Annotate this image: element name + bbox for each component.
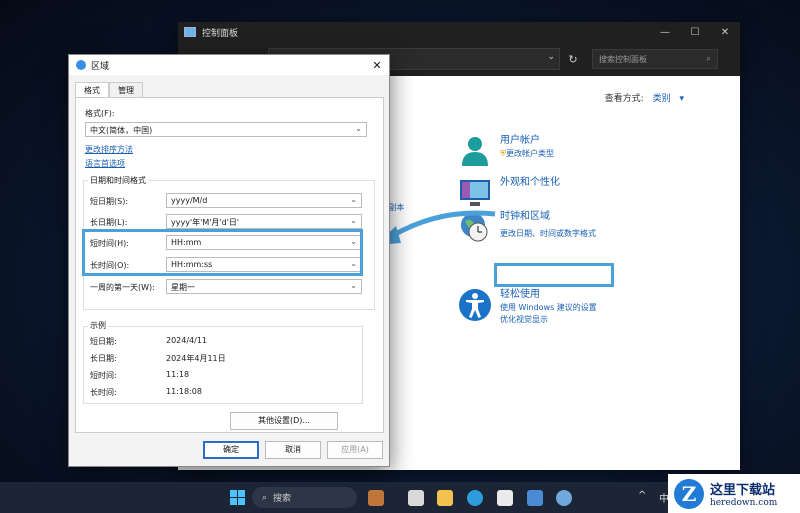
search-input[interactable]: 搜索控制面板 ⌕ bbox=[592, 49, 718, 69]
examples-group bbox=[83, 326, 363, 404]
long-date-label: 长日期(L): bbox=[90, 218, 128, 227]
close-icon[interactable]: ✕ bbox=[710, 27, 740, 38]
dialog-titlebar: 区域 ✕ bbox=[69, 55, 389, 75]
edge-icon[interactable] bbox=[467, 490, 483, 506]
short-date-select[interactable]: yyyy/M/d ⌄ bbox=[166, 193, 362, 208]
cancel-button[interactable]: 取消 bbox=[265, 441, 321, 459]
datetime-group-title: 日期和时间格式 bbox=[88, 175, 148, 186]
taskbar-search[interactable]: ⌕ 搜索 bbox=[252, 487, 357, 508]
watermark-logo-icon: Z bbox=[674, 478, 704, 509]
watermark-cn: 这里下载站 bbox=[710, 483, 776, 498]
short-date-label: 短日期(S): bbox=[90, 197, 129, 206]
cp-title: 控制面板 bbox=[202, 28, 239, 39]
region-dialog: 区域 ✕ 格式 管理 格式(F): 中文(简体，中国) ⌄ 更改排序方法 语言首选… bbox=[68, 54, 390, 467]
category-user-accounts[interactable]: 用户帐户 ⛨更改帐户类型 bbox=[458, 134, 554, 168]
taskbar-search-label: 搜索 bbox=[273, 494, 292, 504]
globe-icon bbox=[76, 60, 86, 70]
view-by-dropdown[interactable]: 类别 bbox=[653, 94, 671, 104]
dialog-title: 区域 bbox=[91, 61, 110, 72]
category-title[interactable]: 外观和个性化 bbox=[500, 176, 560, 190]
minimize-icon[interactable]: — bbox=[650, 27, 680, 38]
apply-button[interactable]: 应用(A) bbox=[327, 441, 383, 459]
example-value: 11:18 bbox=[166, 370, 190, 379]
search-icon: ⌕ bbox=[262, 492, 268, 503]
highlight-box-time bbox=[82, 229, 363, 276]
tab-admin[interactable]: 管理 bbox=[109, 82, 143, 98]
change-date-time-format-link[interactable]: 更改日期、时间或数字格式 bbox=[500, 228, 596, 240]
language-prefs-link[interactable]: 语言首选项 bbox=[85, 158, 125, 169]
maximize-icon[interactable]: ☐ bbox=[680, 27, 710, 38]
example-label: 长日期: bbox=[90, 354, 117, 363]
view-by-label: 查看方式: bbox=[604, 94, 644, 104]
category-title[interactable]: 轻松使用 bbox=[500, 288, 597, 302]
format-select[interactable]: 中文(简体，中国) ⌄ bbox=[85, 122, 367, 137]
task-view-icon[interactable] bbox=[408, 490, 424, 506]
watermark-en: heredown.com bbox=[710, 498, 778, 508]
chevron-down-icon: ⌄ bbox=[355, 124, 362, 133]
refresh-icon[interactable]: ↻ bbox=[560, 53, 586, 66]
user-accounts-icon bbox=[458, 134, 492, 168]
control-panel-taskbar-icon[interactable] bbox=[527, 490, 543, 506]
windows-start-icon[interactable] bbox=[230, 490, 245, 505]
view-by: 查看方式: 类别 ▾ bbox=[605, 91, 684, 104]
example-label: 短日期: bbox=[90, 337, 117, 346]
search-placeholder: 搜索控制面板 bbox=[599, 54, 647, 64]
example-label: 长时间: bbox=[90, 388, 117, 397]
tab-format[interactable]: 格式 bbox=[75, 82, 109, 98]
chevron-up-icon[interactable]: ^ bbox=[638, 490, 646, 501]
highlight-box-link bbox=[494, 263, 614, 287]
category-title[interactable]: 时钟和区域 bbox=[500, 210, 596, 224]
examples-title: 示例 bbox=[88, 320, 108, 331]
other-settings-button[interactable]: 其他设置(D)... bbox=[230, 412, 338, 430]
widget-icon[interactable] bbox=[368, 490, 384, 506]
chevron-down-icon[interactable]: ⌄ bbox=[547, 52, 555, 62]
format-label: 格式(F): bbox=[85, 109, 115, 118]
long-date-select[interactable]: yyyy'年'M'月'd'日' ⌄ bbox=[166, 214, 362, 229]
category-link[interactable]: 使用 Windows 建议的设置 bbox=[500, 302, 597, 314]
caret-down-icon[interactable]: ▾ bbox=[679, 94, 684, 104]
accessibility-icon bbox=[458, 288, 492, 322]
category-title[interactable]: 用户帐户 bbox=[500, 134, 554, 148]
control-panel-icon bbox=[184, 27, 196, 37]
search-icon: ⌕ bbox=[706, 54, 711, 63]
first-day-select[interactable]: 星期一 ⌄ bbox=[166, 279, 362, 294]
cp-titlebar: 控制面板 — ☐ ✕ bbox=[178, 22, 740, 42]
change-sort-link[interactable]: 更改排序方法 bbox=[85, 144, 133, 155]
tab-strip: 格式 管理 bbox=[75, 82, 143, 98]
store-icon[interactable] bbox=[497, 490, 513, 506]
example-value: 11:18:08 bbox=[166, 387, 202, 396]
example-value: 2024/4/11 bbox=[166, 336, 208, 345]
ok-button[interactable]: 确定 bbox=[203, 441, 259, 459]
category-link[interactable]: 优化视觉显示 bbox=[500, 314, 597, 326]
file-explorer-icon[interactable] bbox=[437, 490, 453, 506]
watermark: Z 这里下载站 heredown.com bbox=[668, 474, 800, 513]
region-taskbar-icon[interactable] bbox=[556, 490, 572, 506]
example-value: 2024年4月11日 bbox=[166, 354, 226, 363]
category-link[interactable]: ⛨更改帐户类型 bbox=[500, 148, 554, 160]
example-label: 短时间: bbox=[90, 371, 117, 380]
close-icon[interactable]: ✕ bbox=[365, 59, 389, 72]
category-ease-of-access[interactable]: 轻松使用 使用 Windows 建议的设置 优化视觉显示 bbox=[458, 288, 597, 326]
first-day-label: 一周的第一天(W): bbox=[90, 283, 155, 292]
